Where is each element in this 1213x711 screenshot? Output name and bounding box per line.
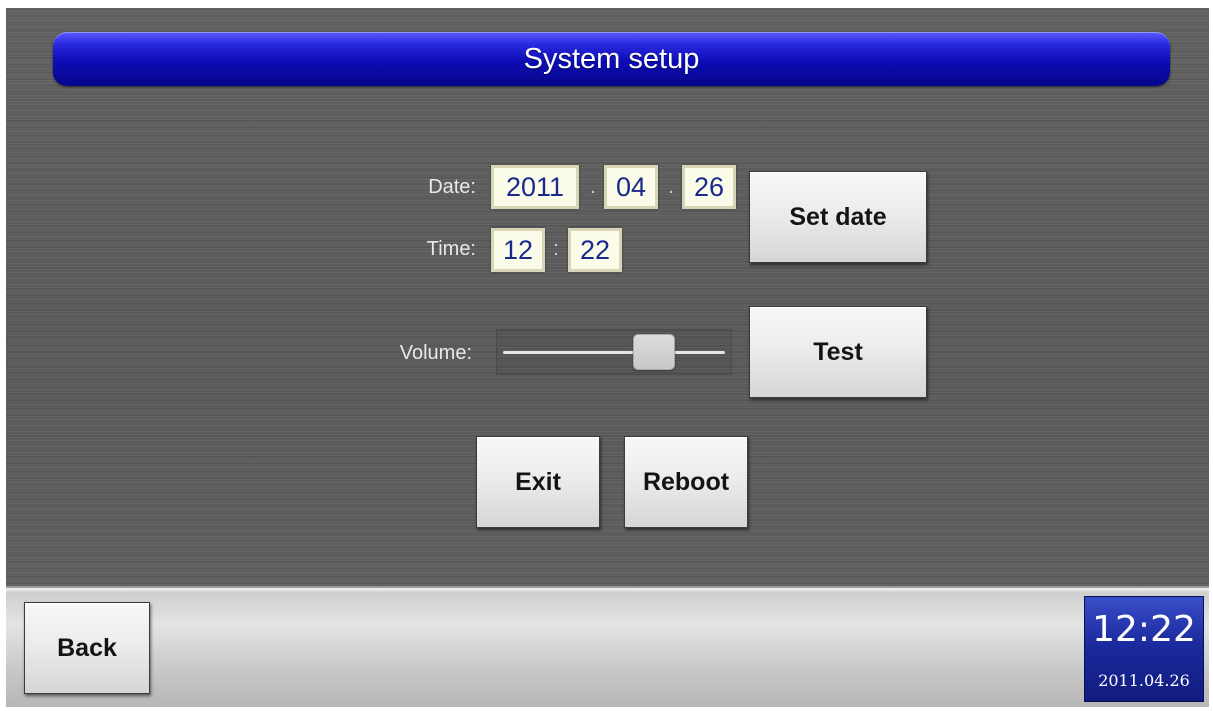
bottom-bar: Back 12:22 2011.04.26 — [6, 586, 1209, 707]
page-title: System setup — [523, 43, 700, 75]
clock-widget: 12:22 2011.04.26 — [1084, 596, 1204, 702]
date-separator: . — [668, 176, 674, 198]
time-minute-field[interactable]: 22 — [568, 228, 622, 272]
set-date-button[interactable]: Set date — [749, 171, 927, 263]
date-day-field[interactable]: 26 — [682, 165, 736, 209]
date-year-field[interactable]: 2011 — [491, 165, 579, 209]
setup-screen: System setup Date: 2011 . 04 . 26 Time: … — [6, 8, 1209, 707]
exit-button[interactable]: Exit — [476, 436, 600, 528]
back-button[interactable]: Back — [24, 602, 150, 694]
time-separator: : — [553, 238, 559, 260]
title-bar: System setup — [53, 32, 1170, 86]
date-month-field[interactable]: 04 — [604, 165, 658, 209]
time-label: Time: — [426, 238, 476, 260]
time-hour-field[interactable]: 12 — [491, 228, 545, 272]
volume-thumb[interactable] — [632, 334, 675, 370]
test-button[interactable]: Test — [749, 306, 927, 398]
reboot-button[interactable]: Reboot — [624, 436, 748, 528]
clock-date: 2011.04.26 — [1098, 671, 1190, 690]
date-label: Date: — [428, 176, 476, 198]
volume-slider[interactable] — [496, 329, 732, 375]
clock-time: 12:22 — [1092, 609, 1196, 650]
volume-label: Volume: — [399, 342, 472, 364]
volume-track — [503, 351, 725, 354]
date-separator: . — [590, 176, 596, 198]
